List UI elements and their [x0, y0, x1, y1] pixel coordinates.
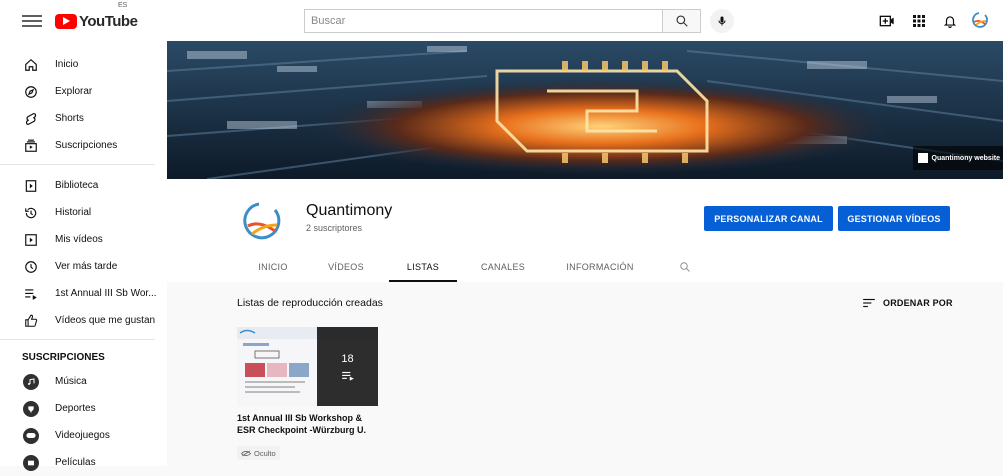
my-videos-icon	[22, 231, 40, 249]
visibility-badge: Oculto	[237, 446, 280, 460]
sidebar-item-label: Mis vídeos	[55, 234, 103, 245]
search-input[interactable]	[305, 10, 657, 32]
playlist-icon	[341, 371, 354, 381]
voice-search-button[interactable]	[710, 9, 734, 33]
visibility-label: Oculto	[254, 448, 276, 458]
sidebar-item-historial[interactable]: Historial	[0, 199, 167, 226]
customize-channel-button[interactable]: PERSONALIZAR CANAL	[704, 206, 833, 231]
sidebar-item-label: Suscripciones	[55, 140, 118, 151]
library-icon	[22, 177, 40, 195]
video-count: 18	[341, 352, 354, 365]
sidebar-item-label: Música	[55, 376, 87, 387]
sidebar-item-playlist[interactable]: 1st Annual III Sb Wor...	[0, 280, 167, 307]
sidebar-item-explorar[interactable]: Explorar	[0, 78, 167, 105]
banner-link-label: Quantimony website	[931, 154, 1000, 162]
top-bar: YouTube ES	[0, 0, 1003, 41]
channel-banner: Quantimony website	[167, 41, 1003, 179]
tab-canales[interactable]: CANALES	[469, 251, 537, 282]
create-video-icon	[879, 15, 894, 27]
channel-header: Quantimony 2 suscriptores PERSONALIZAR C…	[167, 179, 1003, 282]
home-icon	[22, 56, 40, 74]
sidebar-item-label: Biblioteca	[55, 180, 99, 191]
shorts-icon	[22, 110, 40, 128]
sidebar-item-label: Películas	[55, 457, 96, 468]
search-icon	[680, 261, 690, 272]
watch-later-icon	[22, 258, 40, 276]
sidebar-item-label: Deportes	[55, 403, 96, 414]
sidebar-item-liked-videos[interactable]: Vídeos que me gustan	[0, 307, 167, 334]
section-title: Listas de reproducción creadas	[237, 297, 383, 309]
playlist-count-overlay: 18	[317, 327, 378, 406]
eye-off-icon	[241, 450, 251, 456]
sidebar-item-label: Vídeos que me gustan	[55, 315, 156, 326]
microphone-icon	[718, 16, 726, 26]
playlist-card[interactable]: 18 1st Annual III Sb Workshop & ESR Chec…	[237, 327, 378, 466]
sidebar-item-biblioteca[interactable]: Biblioteca	[0, 172, 167, 199]
sidebar-item-label: Shorts	[55, 113, 84, 124]
sidebar-divider	[0, 164, 155, 165]
account-avatar[interactable]	[970, 10, 990, 30]
bell-icon	[943, 16, 957, 28]
movies-icon	[22, 454, 40, 472]
quantimony-logo-icon	[243, 202, 281, 240]
music-icon	[22, 373, 40, 391]
tab-listas[interactable]: LISTAS	[389, 251, 457, 282]
sidebar-item-inicio[interactable]: Inicio	[0, 51, 167, 78]
sidebar-divider	[0, 339, 155, 340]
search-box	[304, 9, 662, 33]
sort-button[interactable]: ORDENAR POR	[862, 294, 953, 312]
gaming-icon	[22, 427, 40, 445]
sort-icon	[863, 298, 875, 308]
subscriptions-heading: SUSCRIPCIONES	[22, 352, 105, 363]
sidebar-item-label: Ver más tarde	[55, 261, 118, 272]
sidebar-item-mis-videos[interactable]: Mis vídeos	[0, 226, 167, 253]
history-icon	[22, 204, 40, 222]
sidebar-item-suscripciones[interactable]: Suscripciones	[0, 132, 167, 159]
search-icon	[675, 15, 688, 27]
tab-informacion[interactable]: INFORMACIÓN	[555, 251, 645, 282]
sidebar-item-label: Historial	[55, 207, 92, 218]
avatar-logo-icon	[972, 12, 988, 28]
channel-tabs: INICIO VÍDEOS LISTAS CANALES INFORMACIÓN	[167, 251, 1003, 282]
playlist-thumbnail[interactable]: 18	[237, 327, 378, 406]
youtube-play-icon	[55, 13, 77, 29]
logo-text: YouTube	[79, 12, 138, 30]
notifications-button[interactable]	[941, 12, 959, 30]
sidebar-item-peliculas[interactable]: Películas	[0, 449, 167, 476]
banner-image	[167, 41, 1003, 179]
create-video-button[interactable]	[878, 12, 896, 30]
tab-inicio[interactable]: INICIO	[247, 251, 299, 282]
menu-icon[interactable]	[22, 12, 42, 28]
sidebar-item-videojuegos[interactable]: Videojuegos	[0, 422, 167, 449]
subscriber-count: 2 suscriptores	[306, 223, 363, 233]
sort-label: ORDENAR POR	[883, 298, 953, 308]
sidebar-item-label: 1st Annual III Sb Wor...	[55, 288, 157, 299]
search-button[interactable]	[662, 9, 701, 33]
sidebar-item-ver-mas-tarde[interactable]: Ver más tarde	[0, 253, 167, 280]
sidebar: Inicio Explorar Shorts Suscripciones Bib…	[0, 41, 167, 471]
sidebar-item-shorts[interactable]: Shorts	[0, 105, 167, 132]
manage-videos-button[interactable]: GESTIONAR VÍDEOS	[838, 206, 950, 231]
sidebar-item-label: Inicio	[55, 59, 79, 70]
subscriptions-icon	[22, 137, 40, 155]
sidebar-item-label: Explorar	[55, 86, 93, 97]
youtube-logo[interactable]: YouTube	[55, 10, 138, 32]
apps-button[interactable]	[910, 12, 928, 30]
apps-grid-icon	[913, 15, 925, 27]
playlist-title[interactable]: 1st Annual III Sb Workshop & ESR Checkpo…	[237, 412, 382, 436]
sidebar-item-musica[interactable]: Música	[0, 368, 167, 395]
sports-icon	[22, 400, 40, 418]
thumbs-up-icon	[22, 312, 40, 330]
compass-icon	[22, 83, 40, 101]
channel-name: Quantimony	[306, 202, 393, 219]
sidebar-item-deportes[interactable]: Deportes	[0, 395, 167, 422]
sidebar-item-label: Videojuegos	[55, 430, 110, 441]
banner-website-link[interactable]: Quantimony website	[912, 146, 1003, 170]
playlist-icon	[22, 285, 40, 303]
channel-search-button[interactable]	[673, 251, 697, 282]
country-code: ES	[118, 2, 128, 9]
website-favicon-icon	[917, 153, 928, 163]
tab-videos[interactable]: VÍDEOS	[317, 251, 375, 282]
channel-avatar[interactable]	[239, 198, 287, 246]
